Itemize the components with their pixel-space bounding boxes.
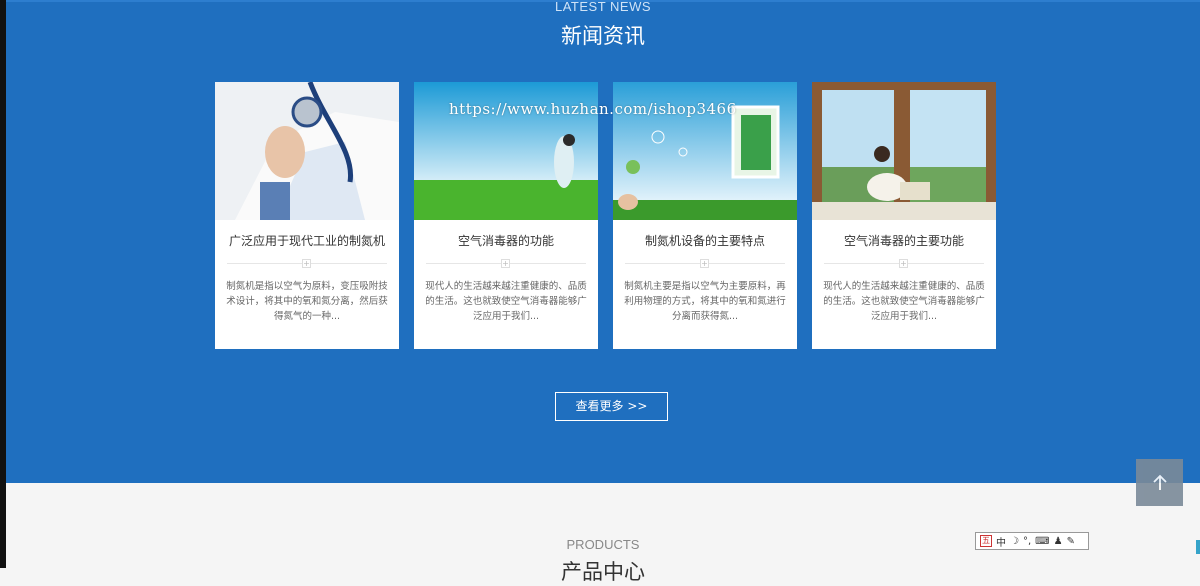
news-card[interactable]: 空气消毒器的功能 + 现代人的生活越来越注重健康的、品质的生活。这也就致使空气消… bbox=[414, 82, 598, 349]
news-card-title[interactable]: 空气消毒器的主要功能 bbox=[812, 232, 996, 249]
news-card-title[interactable]: 广泛应用于现代工业的制氮机 bbox=[215, 232, 399, 249]
keyboard-icon[interactable]: ⌨ bbox=[1035, 536, 1049, 547]
news-card[interactable]: 制氮机设备的主要特点 + 制氮机主要是指以空气为主要原料，再利用物理的方式，将其… bbox=[613, 82, 797, 349]
products-title: 产品中心 bbox=[561, 560, 645, 584]
back-to-top-button[interactable] bbox=[1136, 459, 1183, 506]
plus-icon: + bbox=[700, 259, 709, 268]
wrench-icon[interactable]: ✎ bbox=[1067, 536, 1075, 547]
news-title: 新闻资讯 bbox=[561, 24, 645, 48]
plus-icon: + bbox=[302, 259, 311, 268]
ime-mode[interactable]: 中 bbox=[996, 534, 1006, 549]
ime-punct[interactable]: °, bbox=[1023, 536, 1031, 547]
user-icon[interactable]: ♟ bbox=[1054, 536, 1063, 547]
arrow-up-icon bbox=[1152, 474, 1167, 490]
news-card[interactable]: 广泛应用于现代工业的制氮机 + 制氮机是指以空气为原料，变压吸附技术设计，将其中… bbox=[215, 82, 399, 349]
news-card-title[interactable]: 空气消毒器的功能 bbox=[414, 232, 598, 249]
news-section: LATEST NEWS 新闻资讯 广泛应用于现代工业的制氮机 + 制氮机是指以空… bbox=[6, 0, 1200, 483]
plus-icon: + bbox=[899, 259, 908, 268]
news-card[interactable]: 空气消毒器的主要功能 + 现代人的生活越来越注重健康的、品质的生活。这也就致使空… bbox=[812, 82, 996, 349]
news-cards: 广泛应用于现代工业的制氮机 + 制氮机是指以空气为原料，变压吸附技术设计，将其中… bbox=[215, 82, 1005, 349]
news-card-title[interactable]: 制氮机设备的主要特点 bbox=[613, 232, 797, 249]
news-card-desc: 制氮机主要是指以空气为主要原料，再利用物理的方式，将其中的氧和氮进行分离而获得氮… bbox=[624, 281, 786, 322]
news-card-image[interactable] bbox=[812, 82, 996, 220]
news-card-desc: 现代人的生活越来越注重健康的、品质的生活。这也就致使空气消毒器能够广泛应用于我们… bbox=[823, 281, 985, 322]
side-tab[interactable] bbox=[1196, 540, 1200, 554]
ime-toolbar[interactable]: 五 中 ☽ °, ⌨ ♟ ✎ bbox=[975, 532, 1089, 550]
plus-icon: + bbox=[501, 259, 510, 268]
ime-logo-icon[interactable]: 五 bbox=[980, 535, 992, 547]
view-more-button[interactable]: 查看更多 >> bbox=[555, 392, 668, 421]
news-subtitle: LATEST NEWS bbox=[554, 0, 652, 14]
news-card-desc: 制氮机是指以空气为原料，变压吸附技术设计，将其中的氧和氮分离，然后获得氮气的一种… bbox=[226, 281, 388, 322]
news-card-desc: 现代人的生活越来越注重健康的、品质的生活。这也就致使空气消毒器能够广泛应用于我们… bbox=[425, 281, 587, 322]
moon-icon[interactable]: ☽ bbox=[1010, 536, 1019, 547]
news-card-image[interactable] bbox=[215, 82, 399, 220]
watermark-text: https://www.huzhan.com/ishop3466 bbox=[449, 100, 737, 118]
